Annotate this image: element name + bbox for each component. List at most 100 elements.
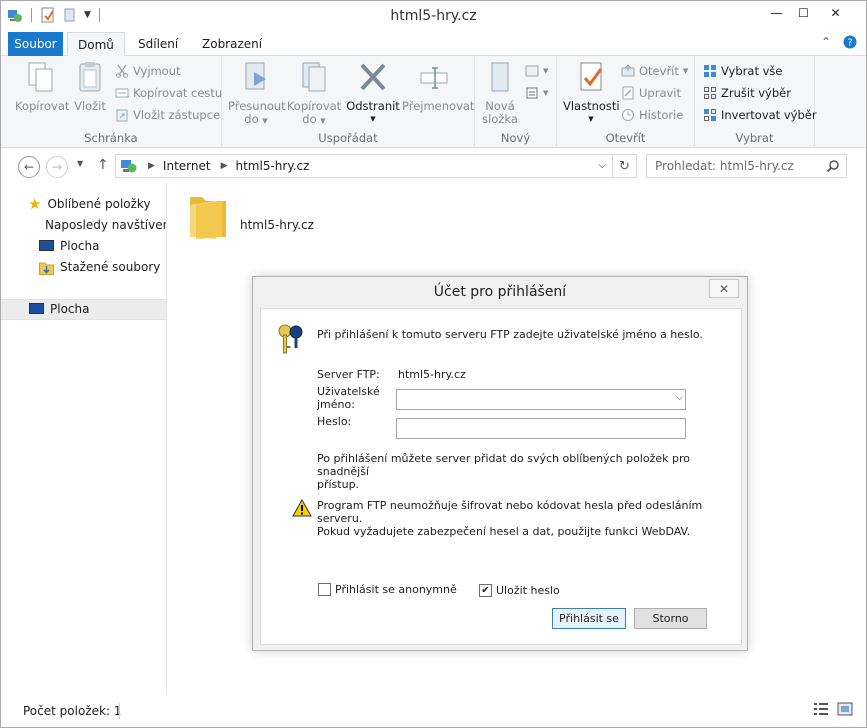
recent-locations-icon[interactable]: ▼ [77,159,83,168]
new-folder-label-2: složka [482,112,518,126]
history-icon [621,108,635,122]
close-button[interactable]: ✕ [821,1,850,25]
paste-label: Vložit [74,99,106,113]
properties-button[interactable]: Vlastnosti ▼ [563,60,620,126]
copy-button[interactable]: Kopírovat [15,60,69,113]
downloads-folder-icon [39,262,54,275]
new-item-button[interactable]: ▼ [525,61,548,81]
dialog-title: Účet pro přihlášení [433,284,567,300]
copy-to-button[interactable]: Kopírovat do ▼ [286,60,342,128]
item-count: Počet položek: 1 [23,704,122,718]
search-box[interactable] [646,154,847,178]
chevron-down-icon[interactable]: ⌵ [676,393,683,403]
save-password-checkbox[interactable]: ✔ Uložit heslo [479,584,560,597]
move-to-button[interactable]: Přesunout do ▼ [228,60,286,128]
username-combo[interactable]: ⌵ [396,389,686,410]
dialog-intro: Při přihlášení k tomuto serveru FTP zade… [317,328,703,341]
anonymous-checkbox[interactable]: Přihlásit se anonymně [318,583,457,596]
desktop-icon [39,240,54,251]
delete-button[interactable]: Odstranit ▼ [346,60,400,126]
dropdown-arrow-icon: ▼ [588,115,594,123]
open-button[interactable]: Otevřít ▼ [621,61,688,81]
edit-label: Upravit [639,86,682,100]
save-password-checkbox-label: Uložit heslo [496,584,560,597]
group-label-select: Vybrat [735,131,774,145]
nav-recent-label: Naposledy navštívené [45,218,166,232]
list-item[interactable]: html5-hry.cz [186,191,314,241]
favorites-info-line2: přístup. [317,478,360,491]
search-input[interactable] [647,155,817,177]
details-view-icon[interactable] [813,702,829,716]
dialog-close-button[interactable]: ✕ [709,279,739,298]
invert-selection-button[interactable]: Invertovat výběr [703,105,817,125]
copy-path-label: Kopírovat cestu [133,86,223,100]
maximize-button[interactable]: ☐ [789,1,818,25]
copy-icon [25,60,57,96]
help-icon[interactable]: ? [843,35,857,52]
nav-favorites[interactable]: ★ Oblíbené položky [28,194,151,215]
favorites-info-line1: Po přihlášení můžete server přidat do sv… [317,452,690,478]
anonymous-checkbox-box[interactable] [318,583,331,596]
large-icons-view-icon[interactable] [837,702,853,716]
edit-button[interactable]: Upravit [621,83,681,103]
select-all-icon [703,64,717,78]
breadcrumb-site[interactable]: html5-hry.cz [236,159,310,173]
cut-button[interactable]: Vyjmout [115,61,181,81]
network-location-icon [121,160,137,173]
address-dropdown-icon[interactable]: ⌵ [598,160,606,171]
security-warning-line1: Program FTP neumožňuje šifrovat nebo kód… [317,499,703,525]
move-to-label-2: do [244,112,259,126]
paste-button[interactable]: Vložit [71,60,109,113]
select-none-label: Zrušit výběr [721,86,791,100]
svg-text:?: ? [847,38,852,49]
search-icon[interactable] [826,159,840,173]
paste-shortcut-button[interactable]: Vložit zástupce [115,105,220,125]
history-button[interactable]: Historie [621,105,683,125]
back-button[interactable]: ← [18,156,40,178]
tab-home[interactable]: Domů [67,32,125,57]
status-bar: Počet položek: 1 [1,695,866,727]
address-bar[interactable]: ▶ Internet ▶ html5-hry.cz ⌵ ↻ [115,154,637,178]
dropdown-arrow-icon: ▼ [320,117,326,125]
login-button[interactable]: Přihlásit se [552,608,626,629]
group-label-organize: Uspořádat [318,131,378,145]
star-icon: ★ [28,195,42,213]
password-input[interactable] [397,419,685,438]
history-label: Historie [639,108,684,122]
nav-downloads[interactable]: Stažené soubory [39,257,160,278]
nav-recent[interactable]: Naposledy navštívené [39,215,166,236]
security-warning-line2: Pokud vyžadujete zabezpečení hesel a dat… [317,525,691,538]
password-label: Heslo: [317,415,352,428]
keys-icon [278,324,303,354]
tab-view[interactable]: Zobrazení [192,32,272,56]
forward-button[interactable]: → [46,156,68,178]
username-input[interactable] [397,390,685,409]
save-password-checkbox-box[interactable]: ✔ [479,584,492,597]
security-warning: Program FTP neumožňuje šifrovat nebo kód… [317,499,741,538]
rename-button[interactable]: Přejmenovat [402,60,474,113]
delete-icon [357,60,389,96]
nav-desktop-favorite[interactable]: Plocha [39,236,99,257]
cancel-button[interactable]: Storno [634,608,707,629]
refresh-icon[interactable]: ↻ [612,155,636,177]
minimize-button[interactable]: — [762,1,791,25]
easy-access-button[interactable]: ▼ [525,83,548,103]
new-folder-button[interactable]: Nová složka [481,60,519,126]
up-arrow-icon[interactable]: ↑ [97,157,109,173]
password-field[interactable] [396,418,686,439]
nav-desktop[interactable]: Plocha [1,299,166,320]
breadcrumb-internet[interactable]: Internet [163,159,211,173]
select-none-button[interactable]: Zrušit výběr [703,83,791,103]
breadcrumb-separator-icon[interactable]: ▶ [148,161,155,171]
dropdown-arrow-icon: ▼ [543,89,549,97]
copy-path-button[interactable]: Kopírovat cestu [115,83,222,103]
select-all-button[interactable]: Vybrat vše [703,61,782,81]
breadcrumb-separator-icon[interactable]: ▶ [221,161,228,171]
username-label-line2: jméno: [317,398,355,411]
tab-file[interactable]: Soubor [8,32,63,56]
minimize-ribbon-icon[interactable]: ⌃ [821,35,831,49]
rename-label: Přejmenovat [402,99,475,113]
tab-share[interactable]: Sdílení [128,32,188,56]
ribbon: Kopírovat Vložit Vyjmout Kopírovat cestu… [1,56,866,148]
delete-label: Odstranit [346,99,400,113]
